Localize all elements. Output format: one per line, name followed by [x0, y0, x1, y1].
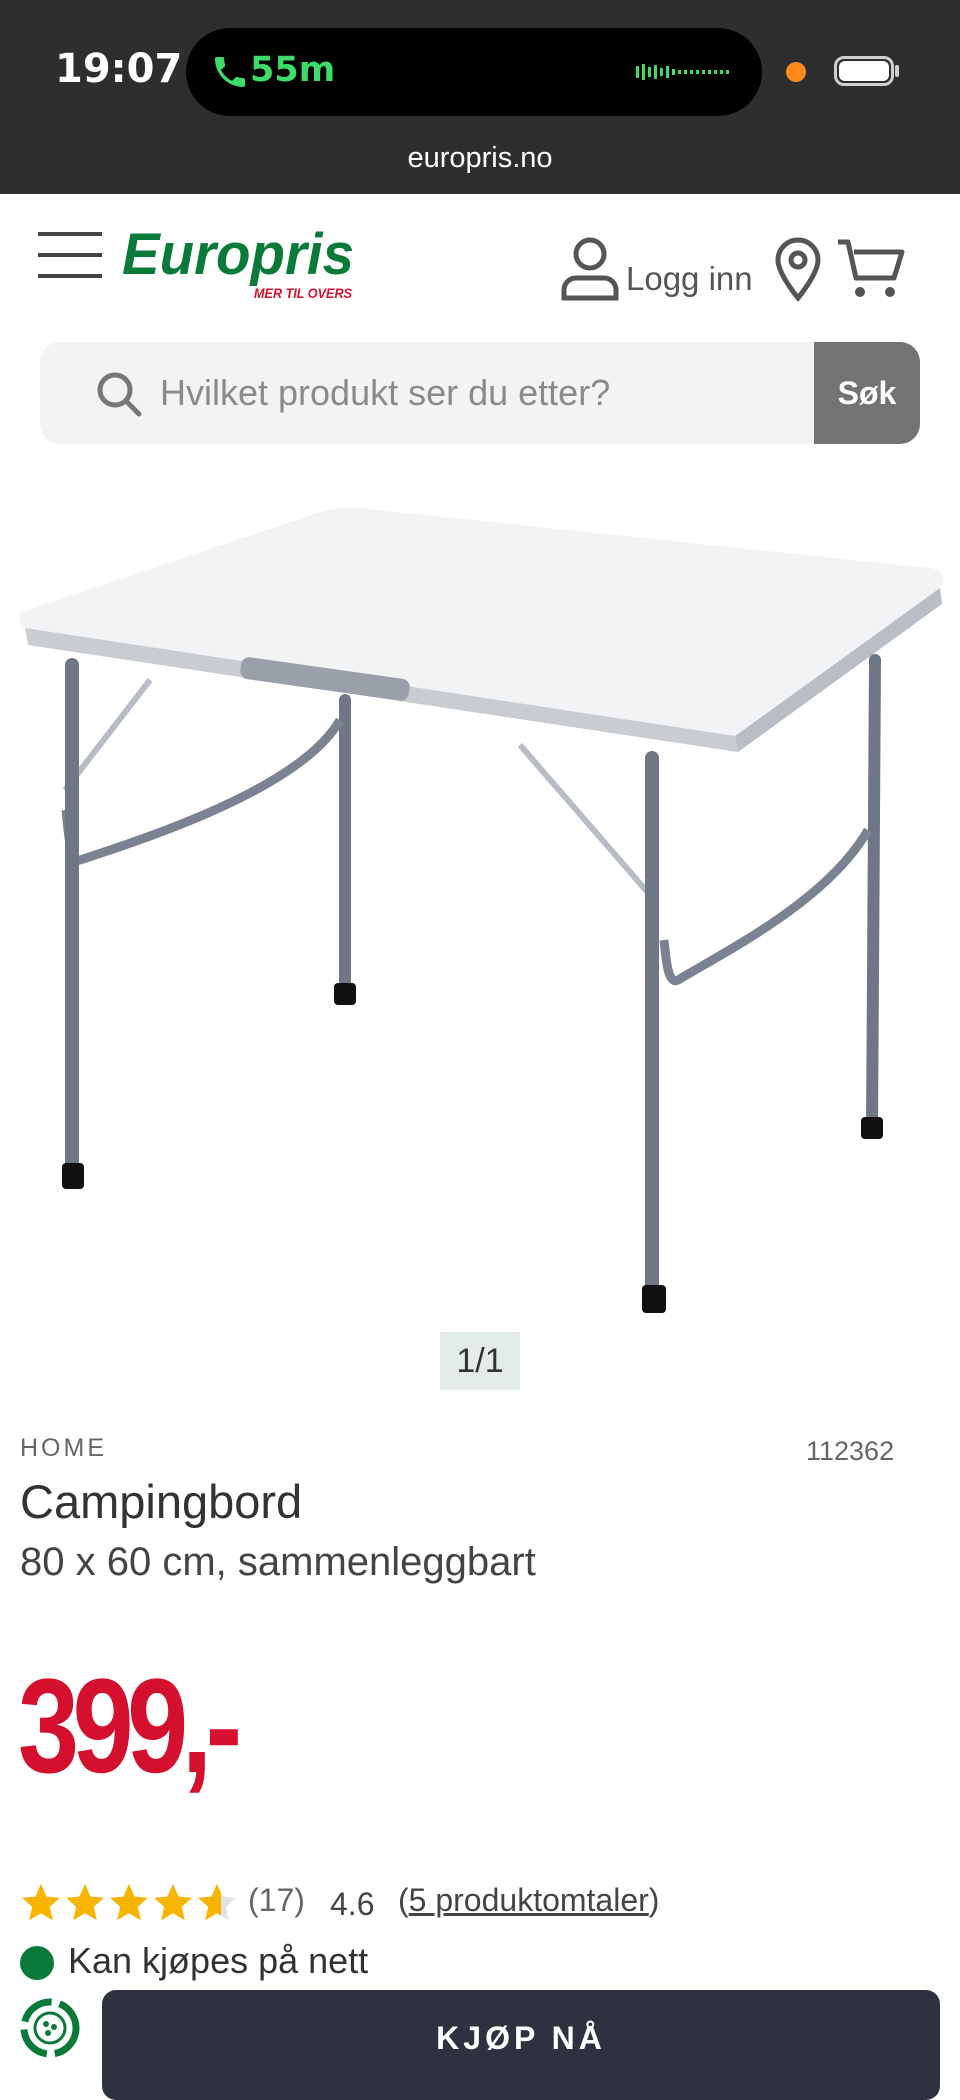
europris-logo[interactable]: Europris MER TIL OVERS	[118, 222, 358, 306]
rating-stars[interactable]	[20, 1882, 240, 1924]
search-bar: Søk	[40, 342, 920, 444]
login-link[interactable]: Logg inn	[626, 260, 753, 298]
svg-text:MER TIL OVERS: MER TIL OVERS	[254, 285, 353, 301]
recycle-leaf-icon[interactable]	[16, 1994, 84, 2062]
battery-cap	[895, 65, 899, 77]
svg-text:Europris: Europris	[122, 222, 354, 287]
reviews-link-open: (	[398, 1882, 409, 1918]
status-time: 19:07	[55, 46, 183, 92]
battery-level	[839, 61, 889, 81]
url-label[interactable]: europris.no	[0, 142, 960, 175]
privacy-indicator-dot	[786, 62, 806, 82]
product-subtitle: 80 x 60 cm, sammenleggbart	[20, 1540, 536, 1584]
reviews-link[interactable]: (5 produktomtaler)	[398, 1882, 659, 1919]
reviews-link-close: )	[648, 1882, 660, 1918]
image-counter: 1/1	[440, 1332, 520, 1390]
buy-now-button[interactable]: KJØP NÅ	[102, 1990, 940, 2100]
call-duration: 55m	[250, 50, 336, 90]
shopping-cart-icon[interactable]	[836, 236, 906, 302]
audio-waveform-icon	[636, 64, 729, 80]
product-category[interactable]: HOME	[20, 1434, 107, 1463]
search-button[interactable]: Søk	[814, 342, 920, 444]
search-input[interactable]	[120, 342, 820, 444]
reviews-link-text[interactable]: 5 produktomtaler	[409, 1882, 649, 1918]
availability-indicator	[20, 1946, 54, 1980]
rating-value: 4.6	[330, 1886, 375, 1922]
product-price: 399,-	[18, 1652, 242, 1801]
phone-icon	[215, 57, 245, 87]
availability-text: Kan kjøpes på nett	[68, 1940, 369, 1981]
product-sku: 112362	[806, 1436, 895, 1466]
review-count: (17)	[248, 1882, 305, 1918]
product-image[interactable]	[10, 500, 950, 1360]
hamburger-menu-icon[interactable]	[38, 230, 104, 280]
product-title: Campingbord	[20, 1475, 303, 1528]
user-icon[interactable]	[560, 236, 620, 302]
location-pin-icon[interactable]	[774, 236, 822, 302]
